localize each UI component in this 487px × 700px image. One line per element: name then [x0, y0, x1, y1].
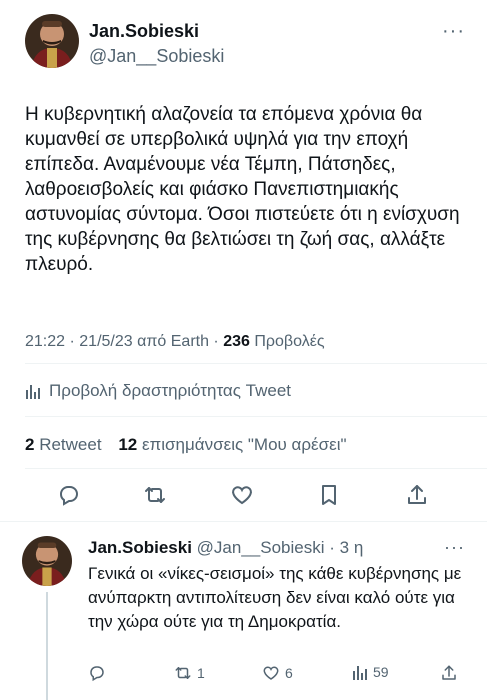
share-upload-icon [442, 665, 456, 680]
reply-bubble-icon [90, 666, 104, 682]
view-activity-link[interactable]: Προβολή δραστηριότητας Tweet [25, 381, 291, 401]
more-dots-icon[interactable]: ··· [444, 537, 465, 558]
likes-count: 12 [118, 435, 138, 454]
retweets-link[interactable]: 2 Retweet [25, 435, 102, 454]
heart-icon [263, 666, 279, 680]
likes-link[interactable]: 12 επισημάνσεις "Μου αρέσει" [118, 435, 346, 454]
likes-label: επισημάνσεις "Μου αρέσει" [141, 435, 347, 454]
tweet-actions [0, 482, 487, 512]
reply-header: Jan.Sobieski @Jan__Sobieski · 3 η [88, 538, 364, 557]
tweet-meta: 21:22 · 21/5/23 από Earth · 236 Προβολές [25, 333, 325, 350]
divider [25, 468, 487, 469]
reply-button[interactable] [88, 664, 111, 682]
reply-age[interactable]: 3 η [340, 538, 364, 557]
retweet-icon[interactable] [142, 482, 168, 508]
tweet-date[interactable]: 21/5/23 [79, 333, 132, 350]
reply-author-handle[interactable]: @Jan__Sobieski [197, 538, 325, 557]
tweet-text: Η κυβερνητική αλαζονεία τα επόμενα χρόνι… [25, 104, 460, 275]
share-upload-icon[interactable] [404, 482, 430, 508]
analytics-bars-icon [353, 666, 367, 680]
views-label: Προβολές [254, 333, 325, 350]
divider [0, 521, 487, 522]
reply-like-button[interactable]: 6 [262, 664, 293, 682]
divider [25, 416, 487, 417]
avatar-portrait-image [22, 536, 72, 586]
reply-like-count: 6 [285, 665, 293, 681]
reply-retweet-count: 1 [197, 665, 205, 681]
retweet-count: 2 [25, 435, 35, 454]
divider [25, 363, 487, 364]
reply-actions: 1 6 59 [0, 664, 487, 686]
views-count: 236 [223, 333, 250, 350]
more-dots-icon[interactable]: ··· [442, 20, 465, 43]
reply-views-button[interactable]: 59 [352, 664, 389, 680]
reply-share-button[interactable] [440, 664, 463, 682]
author-handle[interactable]: @Jan__Sobieski [89, 46, 224, 67]
analytics-bars-icon [26, 385, 40, 399]
avatar-portrait-image [25, 14, 79, 68]
reply-bubble-icon[interactable] [56, 482, 82, 508]
reply-avatar[interactable] [22, 536, 72, 586]
author-name[interactable]: Jan.Sobieski [89, 21, 199, 42]
reply-author-name[interactable]: Jan.Sobieski [88, 538, 192, 557]
view-activity-label: Προβολή δραστηριότητας Tweet [49, 381, 292, 400]
tweet-time[interactable]: 21:22 [25, 333, 65, 350]
engagement-counts: 2 Retweet 12 επισημάνσεις "Μου αρέσει" [25, 435, 347, 455]
reply-views-count: 59 [373, 664, 389, 680]
reply-retweet-button[interactable]: 1 [174, 664, 205, 682]
retweet-label: Retweet [39, 435, 102, 454]
avatar[interactable] [25, 14, 79, 68]
heart-icon[interactable] [229, 482, 255, 508]
retweet-icon [175, 667, 191, 679]
reply-text: Γενικά οι «νίκες-σεισμοί» της κάθε κυβέρ… [88, 564, 462, 631]
tweet-source: από Earth [137, 333, 209, 350]
bookmark-icon[interactable] [316, 482, 342, 508]
